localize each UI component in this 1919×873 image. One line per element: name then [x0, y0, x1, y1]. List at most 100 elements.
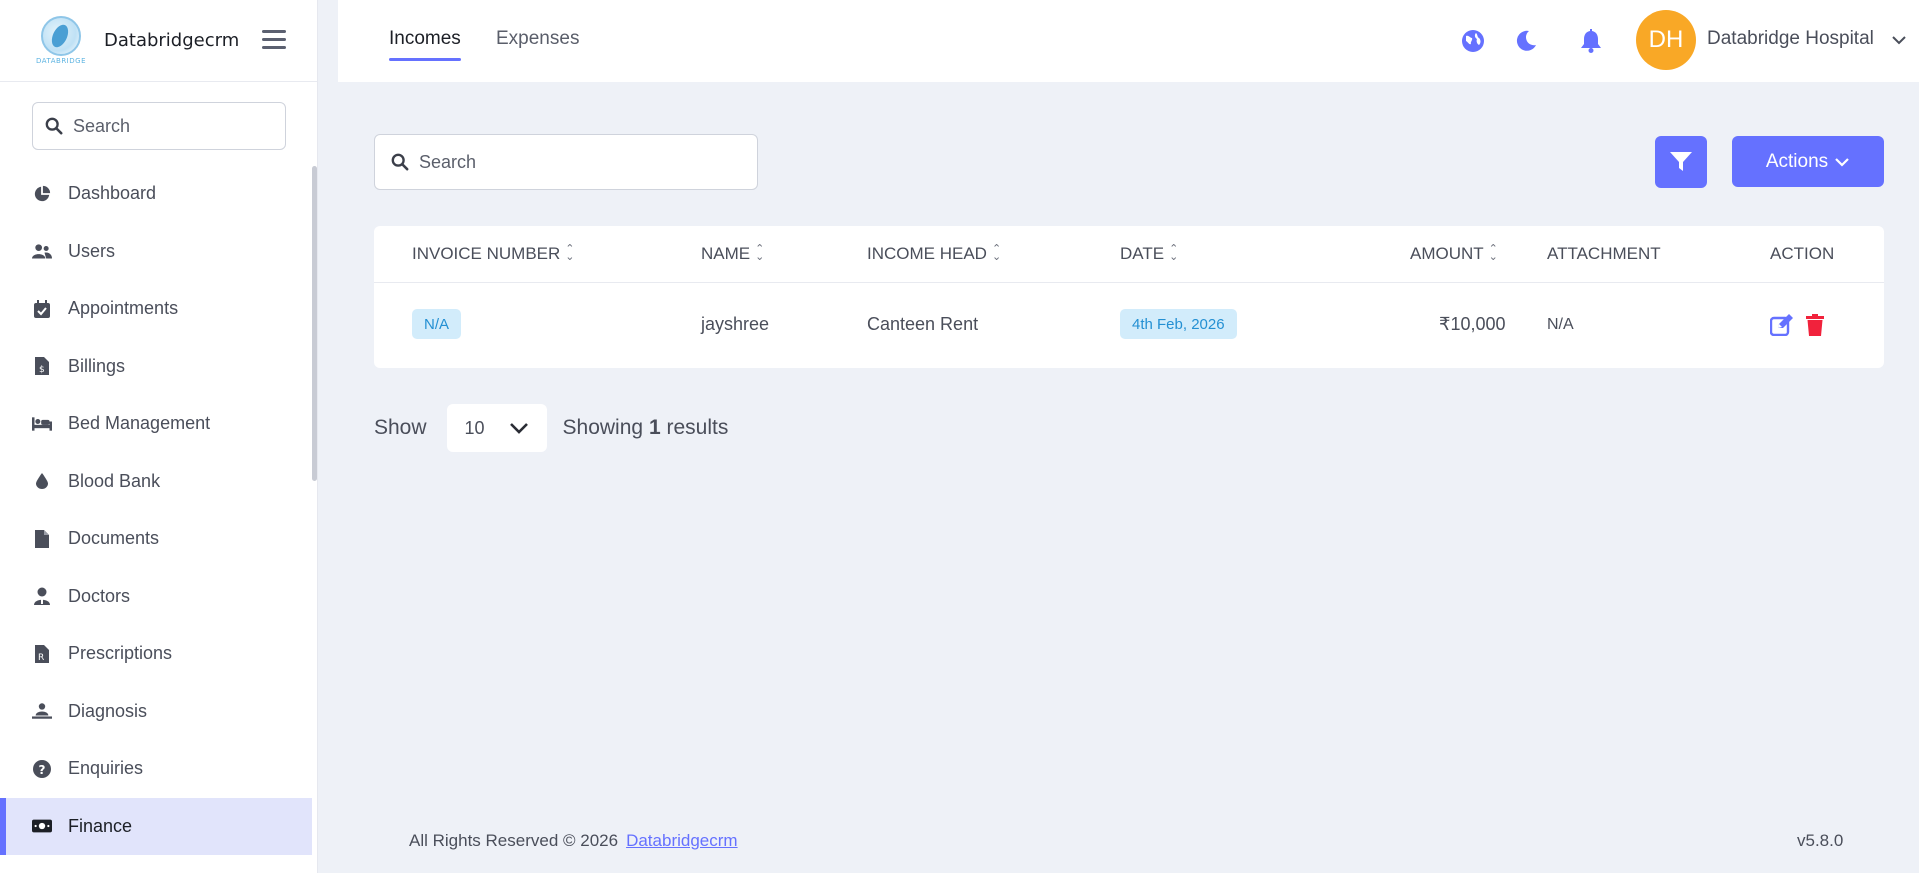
sidebar-item-documents[interactable]: Documents	[0, 510, 312, 568]
pagination: Show 10 Showing 1 results	[374, 404, 728, 452]
column-label: ATTACHMENT	[1547, 244, 1661, 263]
sidebar-item-label: Enquiries	[68, 758, 144, 779]
sort-icon: ⌃ ⌄	[991, 243, 1002, 263]
column-header-invoice-number[interactable]: INVOICE NUMBER ⌃ ⌄	[412, 244, 575, 264]
sidebar-item-diagnosis[interactable]: Diagnosis	[0, 683, 312, 741]
notification-bell-icon[interactable]	[1578, 28, 1604, 54]
sidebar-item-label: Prescriptions	[68, 643, 173, 664]
per-page-value: 10	[464, 417, 485, 438]
actions-label: Actions	[1765, 150, 1829, 172]
income-search[interactable]	[374, 134, 758, 190]
sort-icon: ⌃ ⌄	[1488, 243, 1498, 263]
globe-icon[interactable]	[1460, 28, 1486, 54]
column-header-name[interactable]: NAME ⌃ ⌄	[701, 244, 764, 264]
sort-icon: ⌃ ⌄	[1169, 243, 1179, 263]
brand-logo[interactable]: DATABRIDGE	[30, 13, 92, 69]
tab-incomes[interactable]: Incomes	[389, 28, 461, 61]
footer-brand-link[interactable]: Databridgecrm	[626, 831, 738, 850]
user-avatar[interactable]: DH	[1636, 10, 1696, 70]
brand-header: DATABRIDGE Databridgecrm	[0, 0, 317, 82]
sidebar-item-users[interactable]: Users	[0, 223, 312, 281]
logo-text: DATABRIDGE	[35, 57, 86, 65]
table-row: N/A jayshree Canteen Rent 4th Feb, 2026 …	[374, 283, 1884, 368]
sidebar-search-input[interactable]	[73, 115, 273, 137]
column-label: INCOME HEAD	[867, 244, 987, 263]
pie-chart-icon	[32, 184, 52, 204]
sidebar-item-appointments[interactable]: Appointments	[0, 280, 312, 338]
edit-icon[interactable]	[1769, 314, 1794, 340]
search-icon	[391, 153, 409, 171]
sidebar-item-label: Documents	[68, 528, 160, 549]
users-icon	[32, 241, 52, 261]
tab-expenses[interactable]: Expenses	[496, 28, 579, 50]
sidebar-item-blood-bank[interactable]: Blood Bank	[0, 453, 312, 511]
column-label: DATE	[1120, 244, 1165, 263]
per-page-select[interactable]: 10	[446, 404, 547, 452]
sidebar: DATABRIDGE Databridgecrm Dashboard Users…	[0, 0, 318, 873]
sidebar-item-enquiries[interactable]: ? Enquiries	[0, 740, 312, 798]
income-table: INVOICE NUMBER ⌃ ⌄ NAME ⌃ ⌄ INCOME HEAD ⌃ ⌄ DA…	[374, 226, 1884, 368]
sidebar-item-label: Appointments	[68, 298, 179, 319]
file-icon	[32, 529, 52, 549]
calendar-check-icon	[32, 299, 52, 319]
user-name-dropdown[interactable]: Databridge Hospital	[1707, 28, 1874, 50]
actions-dropdown-button[interactable]: Actions	[1732, 136, 1884, 187]
dark-mode-moon-icon[interactable]	[1513, 28, 1539, 54]
svg-text:$: $	[39, 365, 45, 375]
sidebar-item-label: Diagnosis	[68, 700, 148, 721]
droplet-icon	[32, 471, 52, 491]
sort-icon: ⌃ ⌄	[755, 243, 765, 263]
money-bill-icon	[32, 816, 52, 836]
version-label: v5.8.0	[1797, 831, 1844, 850]
column-label: NAME	[701, 244, 751, 263]
row-income-head: Canteen Rent	[867, 314, 979, 334]
column-label: ACTION	[1770, 244, 1835, 263]
filter-button[interactable]	[1655, 136, 1707, 188]
sort-icon: ⌃ ⌄	[565, 243, 575, 263]
sidebar-item-label: Blood Bank	[68, 470, 161, 491]
sidebar-item-label: Users	[68, 240, 116, 261]
sidebar-item-billings[interactable]: $ Billings	[0, 338, 312, 396]
chevron-down-icon	[1835, 157, 1849, 167]
search-icon	[45, 117, 63, 135]
column-header-income-head[interactable]: INCOME HEAD ⌃ ⌄	[867, 244, 1001, 264]
column-header-action: ACTION	[1770, 244, 1834, 264]
sidebar-item-label: Finance	[68, 815, 133, 836]
chevron-down-icon[interactable]	[1891, 34, 1907, 46]
date-badge: 4th Feb, 2026	[1120, 309, 1237, 339]
column-header-date[interactable]: DATE ⌃ ⌄	[1120, 244, 1178, 264]
sidebar-item-dashboard[interactable]: Dashboard	[0, 165, 312, 223]
chevron-down-icon	[509, 423, 528, 434]
results-suffix: results	[666, 416, 729, 439]
svg-text:?: ?	[39, 763, 46, 777]
delete-trash-icon[interactable]	[1806, 314, 1824, 340]
diagnosis-icon	[32, 701, 52, 721]
income-search-input[interactable]	[419, 151, 619, 173]
sidebar-item-bed-management[interactable]: Bed Management	[0, 395, 312, 453]
file-invoice-icon: $	[32, 356, 52, 376]
sidebar-item-label: Doctors	[68, 585, 131, 606]
column-header-amount[interactable]: AMOUNT ⌃ ⌄	[1410, 244, 1498, 264]
bed-icon	[32, 414, 52, 434]
invoice-number-badge: N/A	[412, 309, 462, 339]
sidebar-scrollbar[interactable]	[312, 166, 317, 481]
sidebar-item-label: Bed Management	[68, 413, 211, 434]
results-summary: Showing 1 results	[563, 416, 729, 440]
copyright-text: All Rights Reserved © 2026	[409, 831, 619, 850]
sidebar-item-doctors[interactable]: Doctors	[0, 568, 312, 626]
column-header-attachment: ATTACHMENT	[1547, 244, 1661, 264]
sidebar-item-prescriptions[interactable]: R Prescriptions	[0, 625, 312, 683]
results-count: 1	[648, 416, 661, 439]
row-name: jayshree	[701, 314, 770, 334]
sidebar-item-label: Billings	[68, 355, 126, 376]
menu-toggle-icon[interactable]	[262, 30, 286, 50]
prescription-icon: R	[32, 644, 52, 664]
filter-icon	[1670, 152, 1692, 171]
footer: All Rights Reserved © 2026 Databridgecrm	[409, 831, 738, 851]
svg-text:R: R	[38, 653, 44, 663]
sidebar-item-finance[interactable]: Finance	[0, 797, 312, 855]
row-attachment: N/A	[1547, 316, 1574, 333]
show-label: Show	[374, 416, 427, 439]
sidebar-search[interactable]	[32, 102, 286, 150]
logo-icon	[41, 16, 81, 56]
